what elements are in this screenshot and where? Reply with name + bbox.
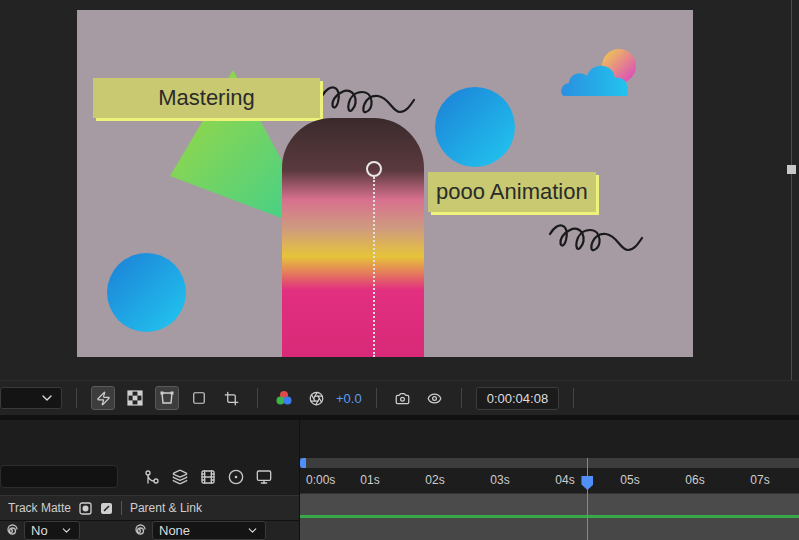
chevron-down-icon — [39, 390, 55, 406]
matte-invert-icon — [100, 502, 113, 515]
chevron-down-icon — [246, 524, 259, 537]
composition-canvas[interactable]: Mastering pooo Animation — [77, 10, 693, 357]
squiggle-shape — [548, 220, 644, 260]
work-area-start-handle[interactable] — [300, 458, 306, 468]
subtitle-label[interactable]: pooo Animation — [428, 172, 596, 212]
track-matte-dropdown[interactable]: No — [24, 521, 80, 540]
track-matte-icon — [79, 502, 92, 515]
ruler-label: 07s — [750, 473, 769, 487]
layer-search-field[interactable] — [0, 465, 118, 488]
frame-blending-icon[interactable] — [200, 469, 216, 485]
color-channels-button[interactable] — [272, 386, 296, 410]
cloud-shape — [561, 48, 641, 100]
ruler-label: 0:00s — [306, 473, 335, 487]
magnification-dropdown[interactable] — [0, 387, 62, 409]
fast-previews-button[interactable] — [91, 386, 115, 410]
grid-guides-button[interactable] — [219, 386, 243, 410]
toolbar-separator — [461, 388, 462, 408]
column-header-row: Track Matte Parent & Link — [0, 495, 299, 520]
ruler-label: 03s — [490, 473, 509, 487]
timeline-controls — [0, 458, 299, 495]
layer-duration-bar[interactable] — [300, 494, 799, 515]
region-of-interest-button[interactable] — [187, 386, 211, 410]
snapshot-button[interactable] — [391, 386, 415, 410]
camera-icon — [395, 391, 410, 406]
scrollbar-track — [791, 0, 792, 380]
scrollbar-thumb[interactable] — [787, 165, 796, 174]
exposure-value[interactable]: +0.0 — [336, 391, 362, 406]
toolbar-separator — [76, 388, 77, 408]
circle-shape — [107, 253, 186, 332]
composition-viewer: Mastering pooo Animation — [0, 0, 799, 380]
color-channels-icon — [275, 390, 293, 406]
ruler-label: 04s — [555, 473, 574, 487]
timeline-panel: Track Matte Parent & Link No None 0:00s 01s 02… — [0, 420, 799, 540]
time-ruler[interactable]: 0:00s 01s 02s 03s 04s 05s 06s 07s — [300, 468, 799, 494]
playhead-marker[interactable] — [581, 476, 593, 490]
photo-layer[interactable] — [282, 118, 424, 357]
viewer-scrollbar[interactable] — [784, 0, 799, 380]
grid-guides-icon — [224, 391, 239, 406]
graph-editor-icon[interactable] — [256, 469, 272, 485]
viewer-stage: Mastering pooo Animation — [0, 0, 784, 380]
ruler-label: 01s — [360, 473, 379, 487]
mask-path-icon — [159, 390, 175, 406]
parent-dropdown[interactable]: None — [152, 521, 266, 540]
ruler-label: 05s — [620, 473, 639, 487]
draft-3d-icon[interactable] — [172, 469, 188, 485]
fast-previews-icon — [96, 391, 111, 406]
viewer-toolbar: +0.0 0:00:04:08 — [0, 380, 799, 415]
ruler-label: 06s — [685, 473, 704, 487]
work-area-bar[interactable] — [300, 458, 799, 468]
transparency-grid-icon — [127, 390, 143, 406]
matte-pickwhip-icon[interactable] — [4, 524, 18, 538]
column-header[interactable]: Parent & Link — [130, 501, 202, 515]
current-time-display[interactable]: 0:00:04:08 — [476, 387, 559, 410]
eye-icon — [427, 391, 442, 406]
playhead-line — [587, 458, 588, 540]
ruler-label: 02s — [425, 473, 444, 487]
layer-track — [300, 518, 799, 540]
mask-visibility-button[interactable] — [155, 386, 179, 410]
circle-shape — [435, 87, 515, 167]
playhead[interactable] — [581, 458, 594, 540]
motion-path — [373, 177, 375, 357]
chevron-down-icon — [60, 524, 73, 537]
toolbar-separator — [573, 388, 574, 408]
motion-blur-icon[interactable] — [228, 469, 244, 485]
toolbar-separator — [376, 388, 377, 408]
column-header[interactable]: Track Matte — [8, 501, 71, 515]
layer-row: No None — [0, 520, 299, 540]
parent-pickwhip-icon[interactable] — [132, 524, 146, 538]
column-separator — [121, 501, 122, 515]
squiggle-shape — [320, 82, 416, 122]
layer-pane: Track Matte Parent & Link No None — [0, 420, 300, 540]
composition-flowchart-icon[interactable] — [144, 469, 160, 485]
aperture-icon — [309, 391, 324, 406]
exposure-reset-button[interactable] — [304, 386, 328, 410]
anchor-point[interactable] — [366, 161, 382, 177]
after-effects-window: Mastering pooo Animation +0.0 0:00:04:08 Tra… — [0, 0, 799, 540]
toolbar-separator — [257, 388, 258, 408]
region-of-interest-icon — [192, 391, 206, 405]
time-graph: 0:00s 01s 02s 03s 04s 05s 06s 07s — [300, 420, 799, 540]
show-snapshot-button[interactable] — [423, 386, 447, 410]
transparency-grid-button[interactable] — [123, 386, 147, 410]
title-label[interactable]: Mastering — [93, 78, 320, 118]
